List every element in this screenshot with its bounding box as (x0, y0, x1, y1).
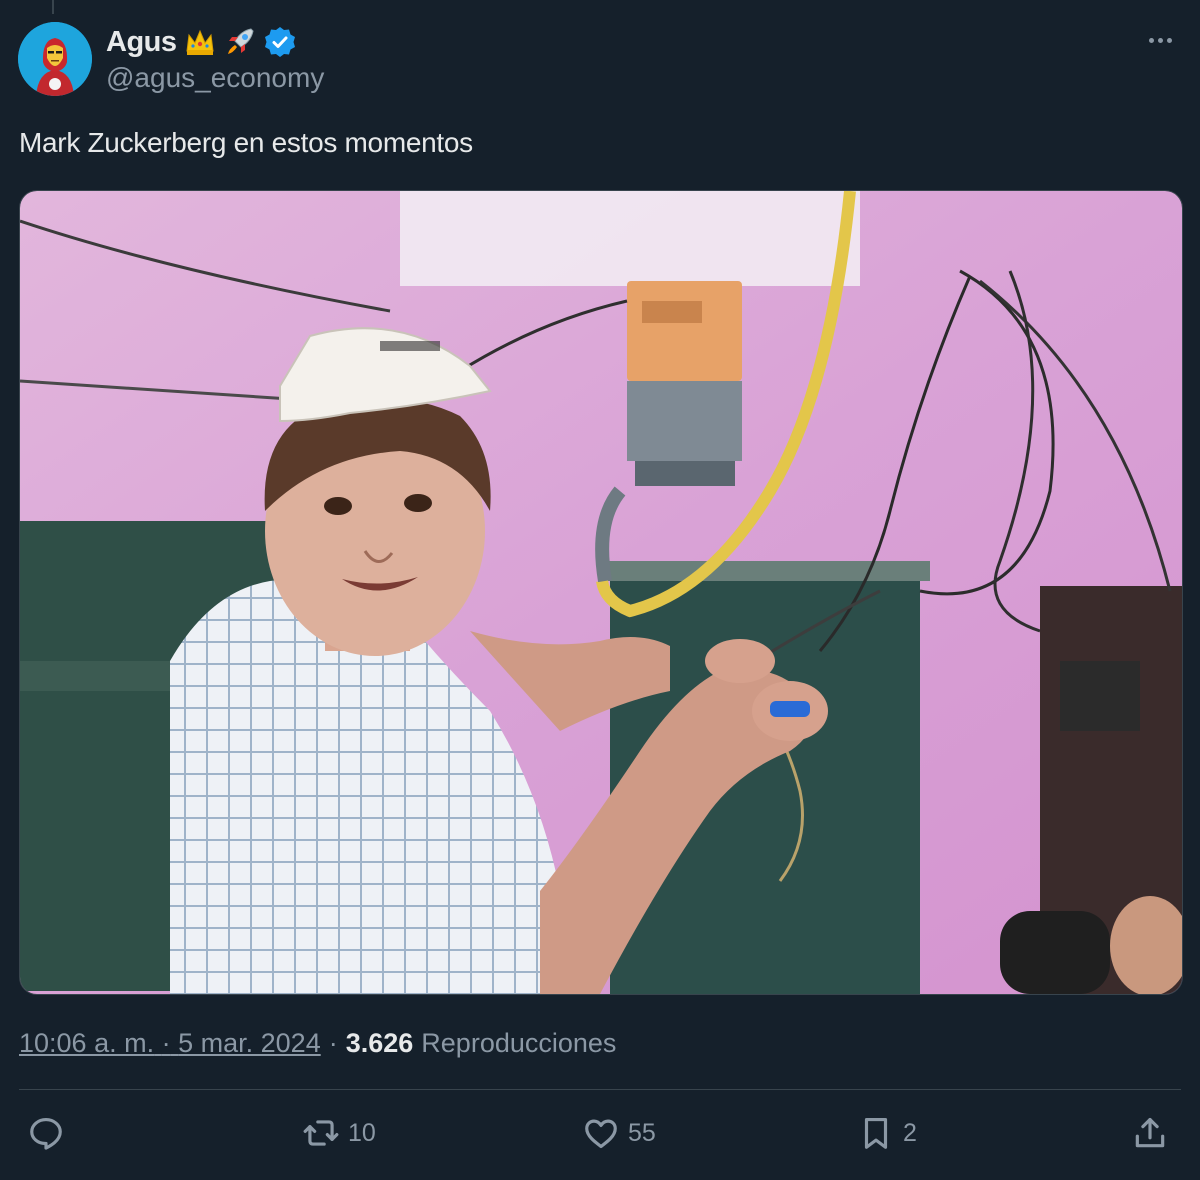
tweet-meta-row: 10:06 a. m. · 5 mar. 2024 · 3.626 Reprod… (19, 1024, 616, 1062)
tweet-media-photo[interactable] (19, 190, 1183, 995)
tweet-text: Mark Zuckerberg en estos momentos (19, 127, 473, 158)
views-label: Reproducciones (421, 1027, 617, 1058)
meta-separator: · (328, 1027, 338, 1058)
thread-connector-line (52, 0, 54, 14)
avatar[interactable] (18, 22, 92, 96)
bookmark-button[interactable]: 2 (857, 1114, 917, 1152)
share-button[interactable] (1131, 1114, 1169, 1152)
verified-badge-icon (264, 27, 295, 57)
repost-icon (303, 1120, 339, 1146)
like-count: 55 (628, 1118, 656, 1147)
reply-button[interactable] (27, 1114, 73, 1152)
reply-icon (30, 1117, 62, 1150)
bookmark-count: 2 (903, 1118, 917, 1147)
actions-divider (19, 1089, 1181, 1090)
bookmark-icon (864, 1117, 888, 1149)
repost-button[interactable]: 10 (302, 1114, 376, 1152)
share-icon (1135, 1117, 1165, 1148)
avatar-image (18, 22, 92, 96)
more-options-button[interactable] (1142, 30, 1178, 50)
like-button[interactable]: 55 (582, 1114, 656, 1152)
views-count: 3.626 (345, 1027, 414, 1058)
meme-photo-illustration (20, 191, 1182, 994)
more-dot-icon (1148, 37, 1154, 43)
heart-icon (585, 1119, 617, 1149)
tweet-date: 5 mar. 2024 (178, 1027, 321, 1058)
tweet-time: 10:06 a. m. (19, 1027, 155, 1058)
more-dot-icon (1157, 37, 1163, 43)
tweet-timestamp-link[interactable]: 10:06 a. m. · 5 mar. 2024 (19, 1028, 321, 1059)
time-date-separator: · (161, 1027, 171, 1058)
crown-emoji-icon (185, 29, 214, 55)
author-name-row: Agus (106, 22, 297, 62)
rocket-emoji-icon (227, 28, 254, 54)
repost-count: 10 (348, 1118, 376, 1147)
author-display-name[interactable]: Agus (106, 26, 177, 59)
author-handle[interactable]: @agus_economy (106, 62, 324, 94)
tweet-actions-bar: 10 55 2 (19, 1106, 1181, 1162)
more-dot-icon (1166, 37, 1172, 43)
